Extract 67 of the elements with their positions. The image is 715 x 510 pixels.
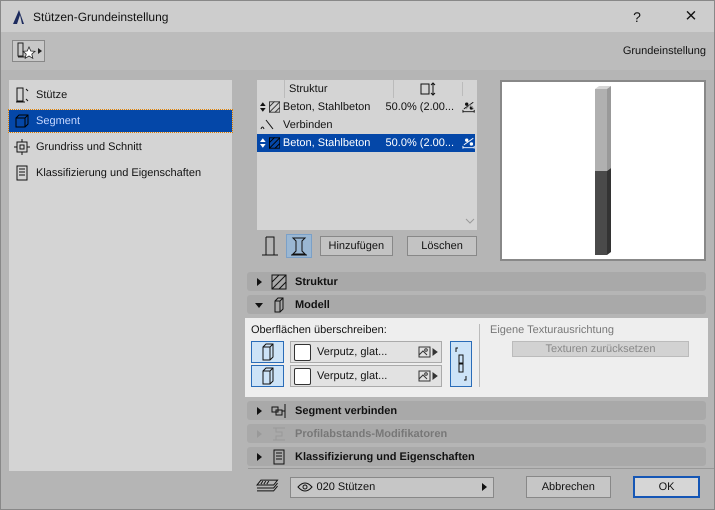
texture-label: Eigene Texturausrichtung bbox=[490, 324, 615, 336]
structure-row[interactable]: Verbinden bbox=[257, 116, 475, 134]
surface-dropdown[interactable]: Verputz, glat... bbox=[290, 341, 442, 363]
reorder-icon bbox=[260, 102, 266, 112]
eye-icon bbox=[296, 482, 313, 492]
column-icon bbox=[14, 87, 30, 103]
thickness-cell-text: 50.0% (2.00... bbox=[386, 137, 456, 149]
caret-icon bbox=[482, 483, 487, 491]
window-title: Stützen-Grundeinstellung bbox=[33, 10, 170, 24]
link-toggle[interactable] bbox=[450, 341, 472, 387]
delete-button[interactable]: Löschen bbox=[407, 236, 478, 256]
layer-dropdown[interactable]: 020 Stützen bbox=[290, 476, 494, 498]
profile-icon bbox=[271, 426, 287, 442]
collapsed-arrow-icon bbox=[255, 406, 263, 414]
section-header[interactable]: Struktur bbox=[247, 272, 706, 291]
box-icon bbox=[262, 343, 274, 361]
dimension-icon bbox=[462, 137, 476, 149]
material-cell-text: Beton, Stahlbeton bbox=[282, 137, 372, 149]
toolbar-label: Grundeinstellung bbox=[622, 45, 706, 57]
chain-icon bbox=[455, 346, 467, 382]
add-button[interactable]: Hinzufügen bbox=[320, 236, 394, 256]
column-icon bbox=[260, 236, 279, 256]
section-header[interactable]: Klassifizierung und Eigenschaften bbox=[247, 447, 706, 466]
reorder-icon bbox=[260, 138, 266, 148]
view-toggle[interactable] bbox=[286, 234, 312, 258]
material-cell-text: Beton, Stahlbeton bbox=[282, 101, 372, 113]
sidebar-item[interactable]: Segment bbox=[9, 110, 232, 132]
structure-row[interactable]: Beton, Stahlbeton 50.0% (2.00... bbox=[257, 98, 475, 116]
document-icon bbox=[271, 448, 287, 464]
swatch-icon bbox=[294, 368, 311, 384]
sidebar-item[interactable]: Grundriss und Schnitt bbox=[9, 136, 232, 158]
swatch-icon bbox=[294, 344, 311, 360]
angle-icon bbox=[260, 119, 274, 131]
box-icon bbox=[14, 113, 30, 129]
segmented-column-icon bbox=[290, 236, 308, 256]
hatch-icon bbox=[268, 101, 280, 113]
plan-icon bbox=[14, 139, 30, 155]
collapsed-arrow-icon bbox=[255, 278, 263, 286]
picture-icon bbox=[418, 370, 438, 382]
document-icon bbox=[14, 165, 30, 181]
picture-icon bbox=[418, 346, 438, 358]
section-header[interactable]: Segment verbinden bbox=[247, 401, 706, 420]
dimension-icon bbox=[462, 101, 476, 113]
close-button[interactable]: × bbox=[668, 1, 714, 32]
box-icon bbox=[262, 367, 274, 385]
collapsed-arrow-icon bbox=[255, 452, 263, 460]
override-toggle[interactable] bbox=[251, 341, 284, 363]
hatch-icon bbox=[271, 274, 287, 290]
join-label: Verbinden bbox=[283, 119, 333, 131]
column-header[interactable]: Struktur bbox=[285, 80, 394, 98]
structure-row[interactable]: Beton, Stahlbeton 50.0% (2.00... bbox=[257, 134, 475, 152]
section-header[interactable]: Modell bbox=[247, 295, 706, 314]
favorites-button[interactable] bbox=[12, 40, 45, 62]
help-button[interactable]: ? bbox=[614, 1, 660, 32]
app-logo-icon bbox=[11, 8, 25, 24]
surface-dropdown[interactable]: Verputz, glat... bbox=[290, 365, 442, 387]
expanded-arrow-icon bbox=[255, 300, 263, 308]
surfaces-label: Oberflächen überschreiben: bbox=[251, 324, 388, 336]
height-icon bbox=[420, 82, 436, 96]
hatch-icon bbox=[268, 137, 280, 149]
sidebar-item[interactable]: Stütze bbox=[9, 84, 232, 106]
ok-button[interactable]: OK bbox=[633, 476, 700, 498]
thickness-cell-text: 50.0% (2.00... bbox=[386, 101, 456, 113]
link-icon bbox=[271, 402, 287, 418]
override-toggle[interactable] bbox=[251, 365, 284, 387]
cancel-button[interactable]: Abbrechen bbox=[526, 476, 612, 498]
sidebar-item[interactable]: Klassifizierung und Eigenschaften bbox=[9, 162, 232, 184]
